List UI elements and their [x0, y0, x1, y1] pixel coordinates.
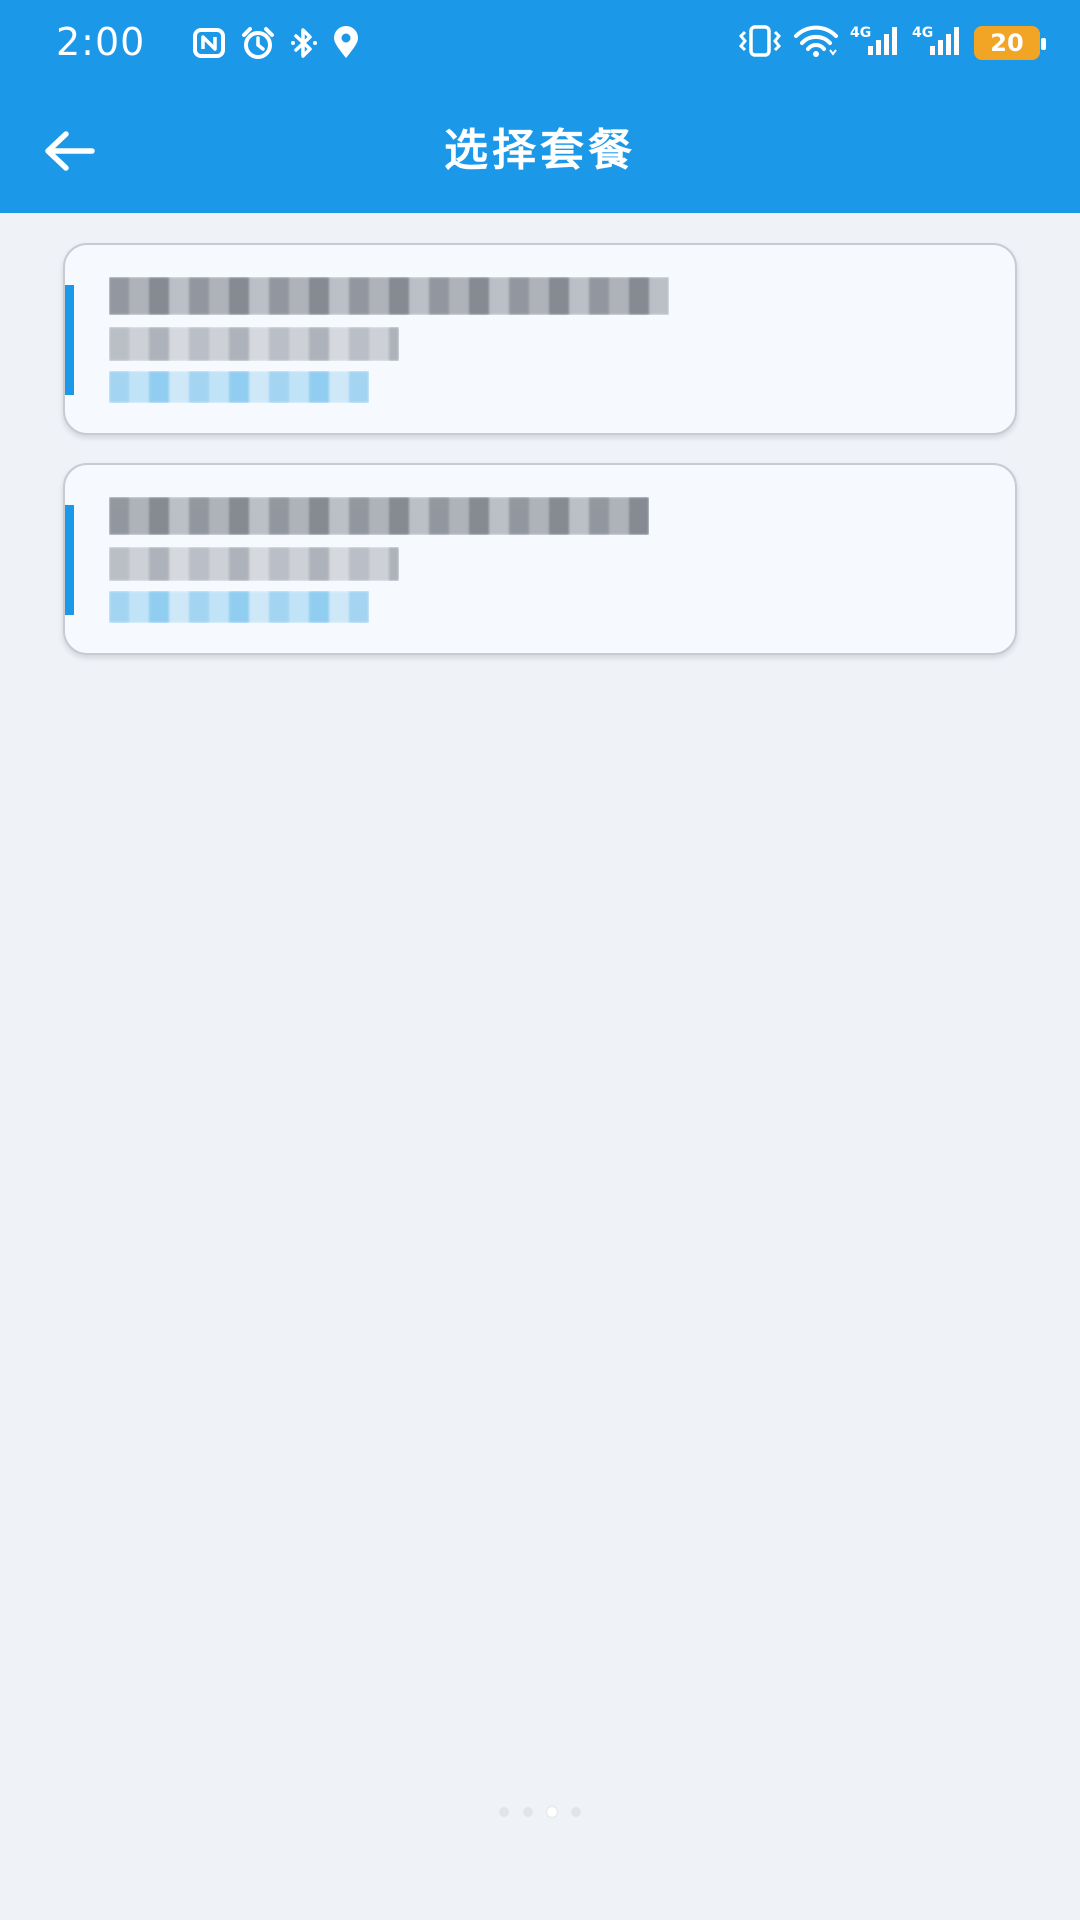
package-title	[109, 277, 669, 315]
status-right-icons: 4G 4G 20	[738, 24, 1046, 62]
nfc-icon	[192, 27, 226, 63]
package-card[interactable]	[63, 463, 1017, 655]
redaction-mask	[109, 547, 399, 581]
card-accent	[65, 285, 74, 395]
package-list	[63, 243, 1017, 683]
screen: 2:00 4G 4G 20 选择套餐	[0, 0, 1080, 1920]
page-title: 选择套餐	[444, 125, 636, 176]
signal-4g-icon: 4G	[912, 24, 964, 62]
signal-label: 4G	[850, 25, 871, 41]
package-price	[109, 371, 369, 403]
redaction-mask	[109, 591, 369, 623]
vibrate-icon	[738, 24, 782, 62]
back-button[interactable]	[40, 126, 100, 176]
status-bar: 2:00 4G 4G 20	[0, 0, 1080, 88]
page-dot-active	[547, 1807, 557, 1817]
status-left-icons	[192, 26, 360, 64]
redaction-mask	[109, 327, 399, 361]
signal-4g-icon: 4G	[850, 24, 902, 62]
package-subtitle	[109, 547, 399, 581]
wifi-icon	[792, 24, 840, 62]
package-title	[109, 497, 649, 535]
redaction-mask	[109, 277, 669, 315]
redaction-mask	[109, 371, 369, 403]
page-dot	[523, 1807, 533, 1817]
back-arrow-icon	[45, 131, 95, 171]
alarm-icon	[240, 26, 276, 64]
battery-level: 20	[990, 29, 1024, 57]
page-dot	[571, 1807, 581, 1817]
package-card[interactable]	[63, 243, 1017, 435]
redaction-mask	[109, 497, 649, 535]
page-dot	[499, 1807, 509, 1817]
battery-icon: 20	[974, 26, 1046, 60]
top-bar: 2:00 4G 4G 20 选择套餐	[0, 0, 1080, 213]
package-subtitle	[109, 327, 399, 361]
app-header: 选择套餐	[0, 88, 1080, 213]
signal-label: 4G	[912, 25, 933, 41]
location-icon	[332, 26, 360, 64]
card-accent	[65, 505, 74, 615]
package-price	[109, 591, 369, 623]
status-time: 2:00	[56, 20, 146, 64]
page-indicator	[0, 1807, 1080, 1817]
bluetooth-icon	[290, 26, 318, 64]
